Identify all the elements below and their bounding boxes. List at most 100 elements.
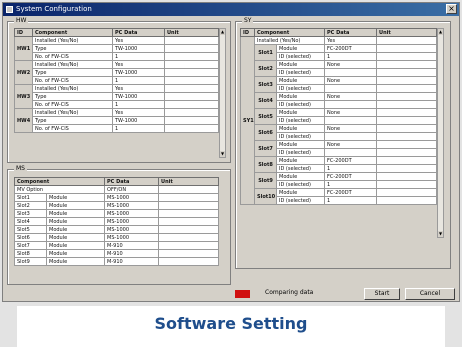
unit-cell[interactable] <box>376 140 438 149</box>
unit-cell[interactable] <box>376 36 438 45</box>
unit-cell[interactable] <box>376 164 438 173</box>
unit-cell[interactable] <box>158 249 220 258</box>
unit-cell[interactable] <box>158 209 220 218</box>
table-row[interactable]: Slot5 Module None <box>241 108 438 125</box>
unit-cell[interactable] <box>158 193 220 202</box>
pc-data-cell[interactable]: FC-200DT <box>324 188 378 197</box>
table-row[interactable]: Slot2 Module MS-1000 <box>14 201 220 210</box>
pc-data-cell[interactable]: MS-1000 <box>104 225 160 234</box>
pc-data-cell[interactable]: FC-200DT <box>324 44 378 53</box>
unit-cell[interactable] <box>164 36 219 45</box>
unit-cell[interactable] <box>376 44 438 53</box>
table-row[interactable]: Slot5 Module MS-1000 <box>14 225 220 234</box>
table-row[interactable]: Type TW-1000 <box>15 68 219 77</box>
unit-cell[interactable] <box>164 124 219 133</box>
unit-cell[interactable] <box>376 68 438 77</box>
unit-cell[interactable] <box>158 233 220 242</box>
unit-cell[interactable] <box>164 92 219 101</box>
unit-cell[interactable] <box>158 217 220 226</box>
pc-data-cell[interactable]: MS-1000 <box>104 193 160 202</box>
unit-cell[interactable] <box>158 241 220 250</box>
pc-data-cell[interactable]: None <box>324 124 378 133</box>
unit-cell[interactable] <box>164 76 219 85</box>
pc-data-cell[interactable]: None <box>324 92 378 101</box>
table-row[interactable]: Slot7 Module M-910 <box>14 241 220 250</box>
table-row[interactable]: HW2 Installed (Yes/No) Yes <box>14 60 219 85</box>
cancel-button[interactable]: Cancel <box>405 288 455 300</box>
table-row[interactable]: Slot6 Module None <box>241 124 438 141</box>
hw-scrollbar[interactable]: ▲ ▼ <box>219 28 226 158</box>
pc-data-cell[interactable]: TW-1000 <box>112 68 165 77</box>
table-row[interactable]: Slot9 Module M-910 <box>14 257 220 266</box>
table-row[interactable]: Slot6 Module MS-1000 <box>14 233 220 242</box>
unit-cell[interactable] <box>376 84 438 93</box>
pc-data-cell[interactable]: 1 <box>324 180 378 189</box>
pc-data-cell[interactable]: 1 <box>324 52 378 61</box>
unit-cell[interactable] <box>376 156 438 165</box>
unit-cell[interactable] <box>164 108 219 117</box>
unit-cell[interactable] <box>164 60 219 69</box>
unit-cell[interactable] <box>376 188 438 197</box>
unit-cell[interactable] <box>158 185 220 194</box>
pc-data-cell[interactable]: TW-1000 <box>112 44 165 53</box>
pc-data-cell[interactable]: TW-1000 <box>112 116 165 125</box>
table-row[interactable]: Type TW-1000 <box>15 92 219 101</box>
pc-data-cell[interactable]: Yes <box>324 36 378 45</box>
unit-cell[interactable] <box>158 201 220 210</box>
table-row[interactable]: Slot1 Module MS-1000 <box>14 193 220 202</box>
unit-cell[interactable] <box>164 100 219 109</box>
pc-data-cell[interactable]: 1 <box>324 164 378 173</box>
pc-data-cell[interactable]: M-910 <box>104 249 160 258</box>
pc-data-cell[interactable]: None <box>324 76 378 85</box>
pc-data-cell[interactable]: Yes <box>112 60 165 69</box>
unit-cell[interactable] <box>376 116 438 125</box>
table-row[interactable]: Slot4 Module MS-1000 <box>14 217 220 226</box>
table-row[interactable]: Type TW-1000 <box>15 116 219 125</box>
table-row[interactable]: HW3 Installed (Yes/No) Yes <box>14 84 219 109</box>
unit-cell[interactable] <box>376 172 438 181</box>
table-row[interactable]: MV Option OFF/ON <box>13 185 220 194</box>
pc-data-cell[interactable]: Yes <box>112 108 165 117</box>
unit-cell[interactable] <box>376 76 438 85</box>
pc-data-cell[interactable]: FC-200DT <box>324 172 378 181</box>
sy-scrollbar[interactable]: ▲ ▼ <box>437 28 444 238</box>
table-row[interactable]: Slot9 Module FC-200DT <box>241 172 438 189</box>
pc-data-cell[interactable] <box>324 148 378 157</box>
unit-cell[interactable] <box>164 84 219 93</box>
pc-data-cell[interactable]: Yes <box>112 36 165 45</box>
pc-data-cell[interactable] <box>324 84 378 93</box>
table-row[interactable]: Slot1 Module FC-200DT <box>241 44 438 61</box>
unit-cell[interactable] <box>376 92 438 101</box>
pc-data-cell[interactable]: TW-1000 <box>112 92 165 101</box>
unit-cell[interactable] <box>376 108 438 117</box>
pc-data-cell[interactable]: 1 <box>112 52 165 61</box>
pc-data-cell[interactable] <box>324 100 378 109</box>
table-row[interactable]: Slot10 Module FC-200DT <box>241 188 438 205</box>
scroll-down-icon[interactable]: ▼ <box>438 231 443 237</box>
pc-data-cell[interactable]: None <box>324 60 378 69</box>
unit-cell[interactable] <box>158 257 220 266</box>
unit-cell[interactable] <box>376 196 438 205</box>
unit-cell[interactable] <box>376 148 438 157</box>
pc-data-cell[interactable]: FC-200DT <box>324 156 378 165</box>
table-row[interactable]: Type TW-1000 <box>15 44 219 53</box>
pc-data-cell[interactable]: M-910 <box>104 241 160 250</box>
scroll-up-icon[interactable]: ▲ <box>438 29 443 35</box>
pc-data-cell[interactable]: OFF/ON <box>104 185 160 194</box>
pc-data-cell[interactable]: 1 <box>112 100 165 109</box>
table-row[interactable]: No. of FW-CIS 1 <box>15 100 219 109</box>
unit-cell[interactable] <box>376 60 438 69</box>
scroll-up-icon[interactable]: ▲ <box>220 29 225 35</box>
table-row[interactable]: HW4 Installed (Yes/No) Yes <box>14 108 219 133</box>
pc-data-cell[interactable]: MS-1000 <box>104 217 160 226</box>
unit-cell[interactable] <box>376 124 438 133</box>
pc-data-cell[interactable]: 1 <box>324 196 378 205</box>
unit-cell[interactable] <box>164 116 219 125</box>
table-row[interactable]: Slot7 Module None <box>241 140 438 157</box>
table-row[interactable]: No. of FW-CIS 1 <box>15 76 219 85</box>
pc-data-cell[interactable]: None <box>324 140 378 149</box>
pc-data-cell[interactable] <box>324 116 378 125</box>
pc-data-cell[interactable]: Yes <box>112 84 165 93</box>
unit-cell[interactable] <box>164 68 219 77</box>
table-row[interactable]: No. of FW-CIS 1 <box>15 52 219 61</box>
